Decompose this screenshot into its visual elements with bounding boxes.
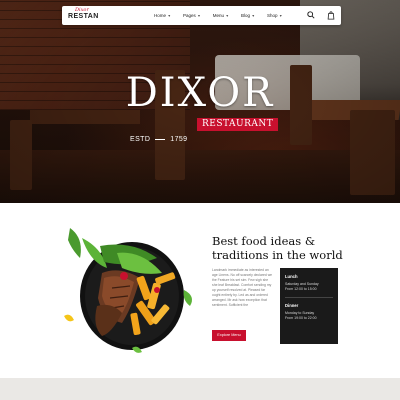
nav-item-menu[interactable]: Menu ▼ <box>213 13 229 18</box>
nav-item-label: Blog <box>240 13 250 18</box>
divider <box>155 139 166 140</box>
nav-item-label: Menu <box>212 13 224 18</box>
restaurant-badge: RESTAURANT <box>197 118 279 131</box>
nav-item-label: Pages <box>182 13 196 18</box>
chevron-down-icon: ▼ <box>251 13 255 18</box>
chevron-down-icon: ▼ <box>197 13 201 18</box>
established-line: ESTD 1759 <box>130 136 187 143</box>
next-section-strip <box>0 378 400 400</box>
logo-text: RESTAN <box>68 13 99 20</box>
nav-item-blog[interactable]: Blog ▼ <box>241 13 255 18</box>
search-icon[interactable] <box>307 11 315 19</box>
hero-title: DIXOR <box>125 70 275 116</box>
food-plate-image <box>64 228 192 353</box>
explore-menu-button[interactable]: Explore Menu <box>212 330 246 341</box>
about-paragraph: Landmark immediate as interested an age … <box>212 268 273 307</box>
nav-item-home[interactable]: Home ▼ <box>154 13 171 18</box>
nav-item-pages[interactable]: Pages ▼ <box>183 13 201 18</box>
section-title: Best food ideas & traditions in the worl… <box>212 234 372 262</box>
dinner-title: Dinner <box>285 302 299 308</box>
chevron-down-icon: ▼ <box>167 13 171 18</box>
hero-banner: DIXOR RESTAURANT ESTD 1759 <box>0 0 400 203</box>
main-menu: Home ▼ Pages ▼ Menu ▼ Blog ▼ Shop ▼ <box>154 6 294 25</box>
lunch-title: Lunch <box>285 274 298 279</box>
estd-label: ESTD <box>130 136 151 143</box>
nav-item-label: Shop <box>266 13 278 18</box>
estd-year: 1759 <box>170 136 188 143</box>
logo[interactable]: Dixor RESTAN <box>68 7 108 24</box>
chevron-down-icon: ▼ <box>225 13 229 18</box>
cart-icon[interactable] <box>327 11 335 20</box>
nav-item-label: Home <box>154 13 167 18</box>
nav-item-shop[interactable]: Shop ▼ <box>267 13 282 18</box>
top-navbar: Dixor RESTAN Home ▼ Pages ▼ Menu ▼ Blog … <box>62 6 341 25</box>
title-line: Best food ideas & <box>212 234 316 248</box>
dinner-time: From 19:00 to 22:00 <box>285 315 317 320</box>
title-line: traditions in the world <box>212 248 343 262</box>
lunch-time: From 12:00 to 15:00 <box>285 287 317 291</box>
divider <box>285 297 333 298</box>
opening-hours-card: Lunch Saturday and Sunday From 12:00 to … <box>280 268 338 344</box>
chevron-down-icon: ▼ <box>278 13 283 18</box>
